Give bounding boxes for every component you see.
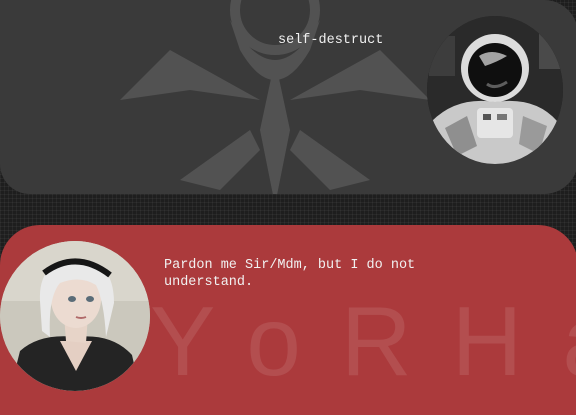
yorha-emblem-icon xyxy=(120,0,430,194)
bot-message-bubble: YoRHa Pardon me Sir/Mdm, but I do not un… xyxy=(0,225,576,415)
astronaut-avatar xyxy=(427,16,563,164)
user-message-text: self-destruct xyxy=(278,33,384,48)
yorha-watermark: YoRHa xyxy=(150,286,576,396)
android-avatar xyxy=(0,241,150,391)
user-message-bubble: self-destruct xyxy=(0,0,576,194)
bot-message-text: Pardon me Sir/Mdm, but I do not understa… xyxy=(164,258,416,290)
